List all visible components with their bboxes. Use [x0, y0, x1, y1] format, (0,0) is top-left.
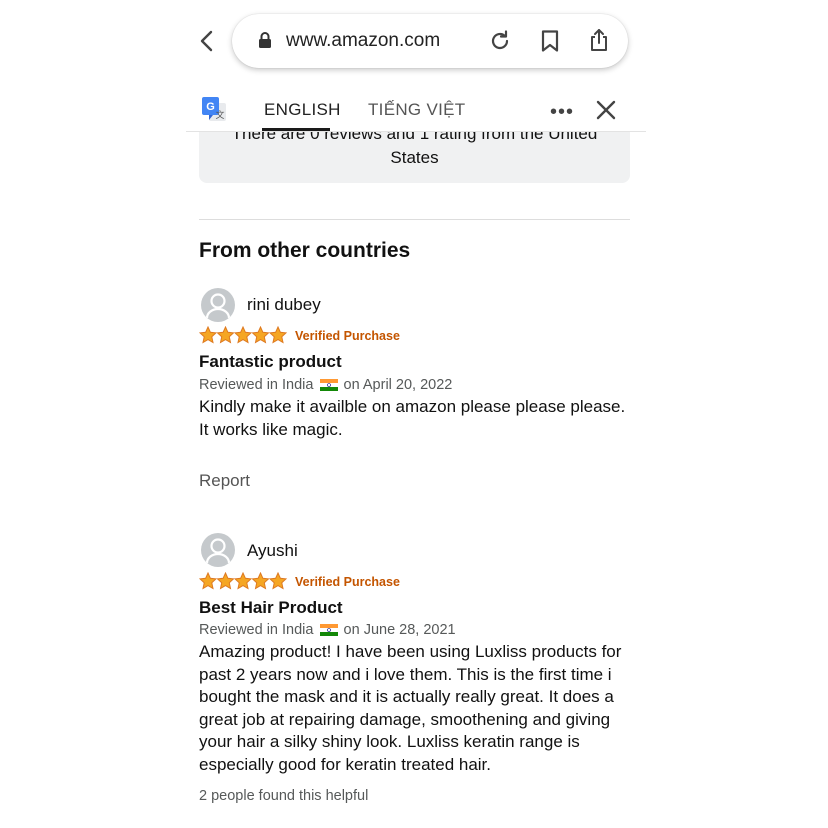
- star-icon: [268, 572, 288, 590]
- star-icon: [233, 572, 253, 590]
- close-icon[interactable]: [596, 100, 616, 120]
- user-avatar-icon: [201, 533, 235, 567]
- reload-icon[interactable]: [488, 29, 512, 53]
- svg-text:G: G: [206, 101, 215, 113]
- review-body: Amazing product! I have been using Luxli…: [199, 641, 629, 776]
- review-body-line: It works like magic.: [199, 419, 343, 439]
- review-body-line: Amazing product! I have been using Luxli…: [199, 642, 622, 661]
- section-title: From other countries: [199, 239, 411, 262]
- tab-vietnamese[interactable]: TIẾNG VIỆT: [368, 100, 465, 120]
- user-avatar-icon: [201, 288, 235, 322]
- star-icon: [199, 326, 218, 344]
- more-options-button[interactable]: •••: [550, 101, 574, 124]
- review-body-line: great job at repairing damage, smootheni…: [199, 709, 611, 729]
- review-country: Reviewed in India: [199, 622, 314, 638]
- review-body-line: your hair a silky shiny look. Luxliss ke…: [199, 732, 580, 751]
- verified-purchase-badge: Verified Purchase: [295, 575, 400, 589]
- review-meta: Reviewed in India on June 28, 2021: [199, 622, 456, 638]
- star-icon: [251, 572, 270, 590]
- active-tab-indicator: [262, 128, 330, 131]
- review-title[interactable]: Best Hair Product: [199, 598, 343, 618]
- section-divider: [199, 219, 630, 220]
- india-flag-icon: [319, 624, 338, 636]
- reviewer-name[interactable]: Ayushi: [247, 541, 298, 561]
- review-body-line: bought the mask and it is actually reall…: [199, 687, 614, 706]
- star-icon: [199, 572, 218, 590]
- bookmark-icon[interactable]: [538, 29, 562, 53]
- india-flag-icon: [319, 379, 338, 391]
- url-text[interactable]: www.amazon.com: [286, 30, 440, 52]
- star-icon: [251, 326, 270, 344]
- svg-text:文: 文: [215, 109, 224, 121]
- lock-icon: [259, 32, 271, 48]
- review-body: Kindly make it availble on amazon please…: [199, 396, 629, 441]
- back-arrow-icon[interactable]: [196, 28, 218, 54]
- google-translate-icon: G 文: [202, 97, 226, 121]
- star-icon: [233, 326, 253, 344]
- review-date: on April 20, 2022: [343, 377, 453, 393]
- star-icon: [216, 326, 235, 344]
- star-rating: [199, 572, 288, 590]
- report-link[interactable]: Report: [199, 471, 250, 491]
- summary-text-line1: There are 0 reviews and 1 rating from th…: [231, 132, 598, 143]
- star-icon: [268, 326, 288, 344]
- review-body-line: Kindly make it availble on amazon please…: [199, 397, 626, 416]
- star-icon: [216, 572, 235, 590]
- review-meta: Reviewed in India on April 20, 2022: [199, 377, 452, 393]
- verified-purchase-badge: Verified Purchase: [295, 329, 400, 343]
- share-icon[interactable]: [587, 28, 611, 52]
- review-country: Reviewed in India: [199, 377, 314, 393]
- review-body-line: especially good for keratin treated hair…: [199, 754, 492, 774]
- star-rating: [199, 326, 288, 344]
- tab-english[interactable]: ENGLISH: [264, 100, 341, 120]
- review-title[interactable]: Fantastic product: [199, 352, 342, 372]
- reviewer-name[interactable]: rini dubey: [247, 295, 321, 315]
- summary-text-line2: States: [390, 148, 439, 167]
- review-date: on June 28, 2021: [343, 622, 456, 638]
- helpful-count: 2 people found this helpful: [199, 788, 369, 804]
- review-body-line: past 2 years now and i love them. This i…: [199, 664, 612, 684]
- ratings-summary-box: There are 0 reviews and 1 rating from th…: [199, 132, 630, 183]
- translate-bar-divider: [186, 131, 646, 132]
